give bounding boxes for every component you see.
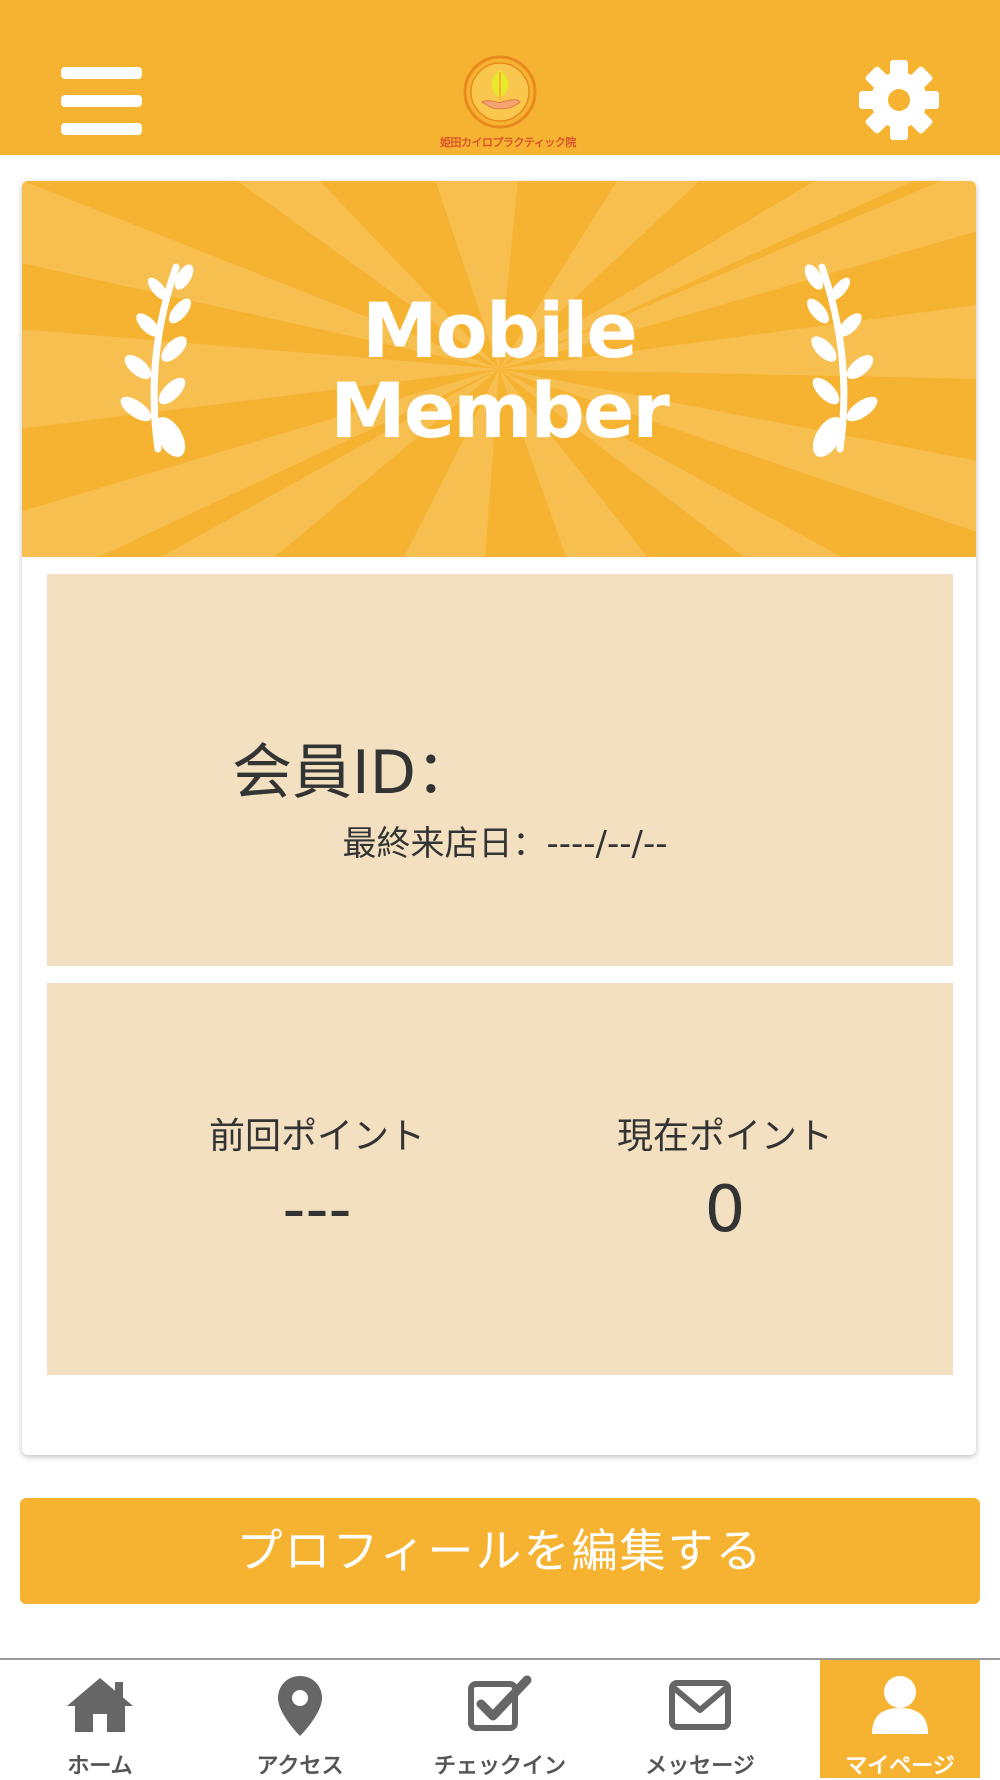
map-pin-icon xyxy=(278,1676,322,1736)
clinic-logo-text: 姫田カイロプラクティック院 xyxy=(440,136,576,149)
banner-title-line2: Member xyxy=(330,366,670,455)
home-icon xyxy=(67,1678,133,1732)
previous-points-label: 前回ポイント xyxy=(208,1116,425,1157)
last-visit-value: ----/--/-- xyxy=(546,824,668,864)
tab-mypage[interactable]: マイページ xyxy=(820,1660,980,1779)
previous-points-value: --- xyxy=(282,1173,352,1247)
mobile-member-banner: Mobile Member xyxy=(22,181,976,557)
last-visit: 最終来店日：----/--/-- xyxy=(47,816,953,865)
checkbox-icon xyxy=(468,1675,532,1731)
clinic-logo: 姫田カイロプラクティック院 xyxy=(440,52,576,152)
tab-home-label: ホーム xyxy=(67,1754,133,1779)
member-id-panel: 会員ID： 最終来店日：----/--/-- xyxy=(47,574,953,966)
tab-access-label: アクセス xyxy=(256,1754,344,1779)
last-visit-label: 最終来店日： xyxy=(342,824,547,864)
tab-message-label: メッセージ xyxy=(645,1754,755,1779)
tab-home[interactable]: ホーム xyxy=(0,1660,200,1779)
bottom-tab-bar: ホーム アクセス チェックイン メッセージ マイページ xyxy=(0,1658,1000,1779)
user-icon xyxy=(872,1676,928,1734)
envelope-icon xyxy=(669,1680,731,1730)
member-id-label: 会員ID： xyxy=(232,738,476,808)
current-points-value: 0 xyxy=(704,1173,746,1247)
banner-title-line1: Mobile xyxy=(362,286,638,375)
gear-icon[interactable] xyxy=(857,58,941,142)
tab-checkin[interactable]: チェックイン xyxy=(400,1660,600,1779)
tab-checkin-label: チェックイン xyxy=(433,1754,566,1779)
hamburger-menu-icon[interactable] xyxy=(61,67,142,135)
member-card: Mobile Member 会員ID： 最終来店日：----/--/-- 前回ポ… xyxy=(22,181,976,1455)
tab-access[interactable]: アクセス xyxy=(200,1660,400,1779)
tab-message[interactable]: メッセージ xyxy=(600,1660,800,1779)
edit-profile-button[interactable]: プロフィールを編集する xyxy=(20,1498,980,1604)
app-header: 姫田カイロプラクティック院 xyxy=(0,0,1000,155)
current-points-label: 現在ポイント xyxy=(616,1116,833,1157)
points-panel: 前回ポイント --- 現在ポイント 0 xyxy=(47,983,953,1375)
tab-mypage-label: マイページ xyxy=(845,1754,955,1779)
